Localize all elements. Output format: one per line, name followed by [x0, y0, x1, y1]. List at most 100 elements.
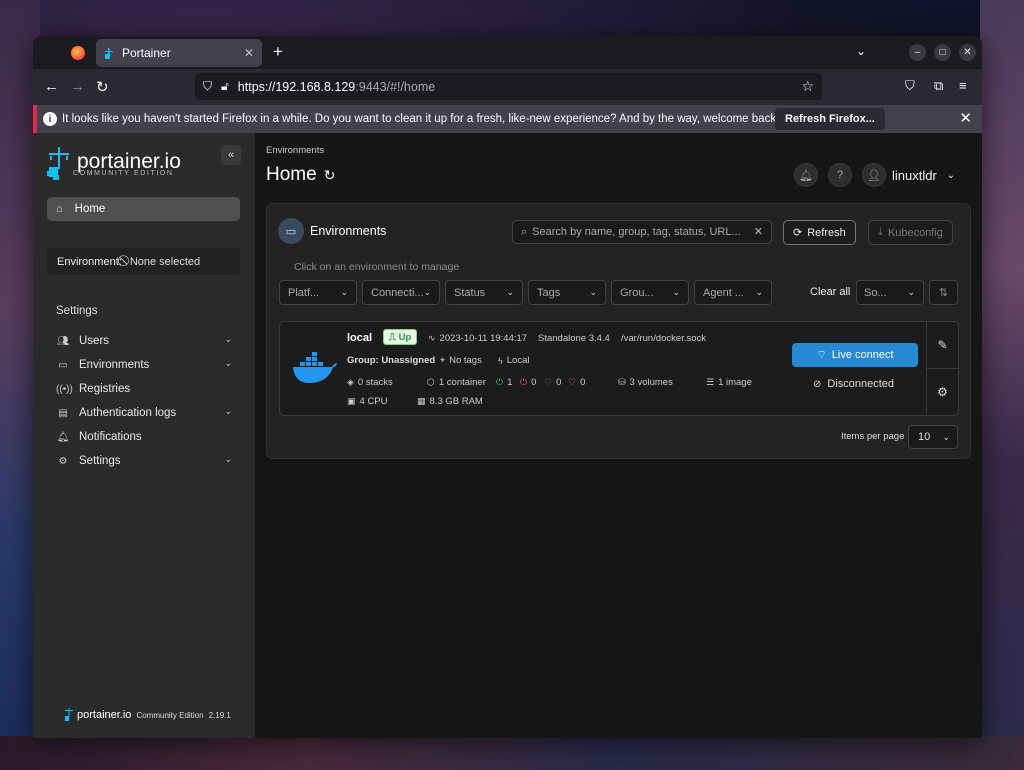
tab-list-chevron-icon[interactable]: ⌄ — [856, 44, 866, 58]
filter-label: Grou... — [620, 286, 654, 299]
sort-select[interactable]: So... ⌄ — [856, 280, 924, 305]
firefox-view-icon[interactable] — [71, 45, 85, 60]
wallpaper-bottom — [0, 736, 1024, 770]
zap-icon: ϟ — [498, 355, 503, 366]
lock-warning-icon[interactable]: 🔓︎ — [221, 79, 229, 94]
bookmark-star-icon[interactable]: ☆ — [801, 78, 814, 95]
environment-selector[interactable]: Environment: ⃠ None selected — [47, 248, 240, 275]
clear-all-button[interactable]: Clear all — [810, 286, 850, 298]
environment-settings-button[interactable]: ⚙ — [927, 368, 958, 414]
portainer-logo-icon — [65, 708, 73, 721]
filter-label: Tags — [537, 286, 561, 299]
sidebar-item-authentication-logs[interactable]: ▤ Authentication logs ⌄ — [56, 401, 240, 425]
chevron-down-icon[interactable]: ⌄ — [224, 334, 232, 345]
items-per-page-label: Items per page — [841, 431, 905, 442]
new-tab-icon[interactable]: + — [273, 42, 283, 62]
sidebar-footer: portainer.io Community Edition 2.19.1 — [64, 708, 231, 722]
running-count: ⏻ 1 — [496, 377, 512, 388]
chevron-down-icon[interactable]: ⌄ — [224, 406, 232, 417]
close-window-icon[interactable]: ✕ — [959, 44, 976, 61]
url-path: :9443/#!/home — [355, 79, 436, 94]
agent-version-filter[interactable]: Agent ... ⌄ — [694, 280, 772, 305]
group-label: Group: — [347, 355, 379, 366]
ram-info: ▦ 8.3 GB RAM — [417, 396, 483, 407]
sidebar-item-registries[interactable]: ((•)) Registries — [56, 377, 240, 401]
sidebar-item-label: Home — [74, 203, 106, 215]
chevron-down-icon[interactable]: ⌄ — [947, 170, 955, 181]
kubeconfig-button[interactable]: ⤓ Kubeconfig — [868, 220, 953, 245]
refresh-icon: ⟳ — [793, 227, 803, 239]
maximize-icon[interactable]: □ — [934, 44, 951, 61]
search-box: ⌕ ✕ — [512, 220, 772, 244]
back-icon[interactable]: ← — [44, 78, 59, 95]
environment-card[interactable]: local ⎍ Up ∿ 2023-10-11 19:44:17 Standalo… — [279, 321, 959, 416]
items-per-page-select[interactable]: 10 ⌄ — [908, 425, 958, 449]
url-text[interactable]: https://192.168.8.129:9443/#!/home — [238, 80, 435, 94]
sidebar-item-notifications[interactable]: 🔔︎ Notifications — [56, 425, 240, 449]
chevron-down-icon[interactable]: ⌄ — [224, 454, 232, 465]
groups-filter[interactable]: Grou... ⌄ — [611, 280, 689, 305]
breadcrumb[interactable]: Environments — [266, 145, 324, 156]
stacks-text: 0 stacks — [357, 377, 393, 388]
sidebar-item-home[interactable]: ⌂ Home — [47, 197, 240, 221]
environments-panel: ▭ Environments ⌕ ✕ ⟳ Refresh ⤓ Kubeconfi… — [266, 203, 971, 459]
sidebar-item-settings[interactable]: ⚙ Settings ⌄ — [56, 449, 240, 473]
group-value: Unassigned — [381, 355, 436, 366]
url-bar[interactable]: ⛉ 🔓︎ https://192.168.8.129:9443/#!/home … — [195, 73, 822, 100]
power-icon: ⏻ — [496, 377, 504, 387]
wifi-off-icon: ⊘ — [813, 378, 822, 390]
pocket-icon[interactable]: ⛉ — [905, 78, 915, 94]
live-connect-button[interactable]: ⌔ Live connect — [792, 343, 918, 367]
info-icon: i — [43, 112, 57, 126]
refresh-icon[interactable]: ↻ — [324, 167, 336, 184]
gear-icon: ⚙ — [58, 455, 68, 467]
sidebar-item-users[interactable]: 👥︎ Users ⌄ — [56, 329, 240, 353]
card-actions: ✎ ⚙ — [926, 322, 958, 415]
page-title: Home ↻ — [266, 164, 335, 186]
forward-icon[interactable]: → — [70, 78, 85, 95]
tag-icon: ⌖ — [440, 355, 446, 365]
brand-subtitle: COMMUNITY EDITION — [73, 169, 174, 177]
panel-title: Environments — [310, 224, 387, 238]
shield-icon[interactable]: ⛉ — [203, 79, 212, 94]
sidebar-item-environments[interactable]: ▭ Environments ⌄ — [56, 353, 240, 377]
portainer-favicon-icon — [104, 47, 115, 59]
collapse-sidebar-icon[interactable]: « — [221, 145, 241, 165]
images-text: 1 image — [718, 377, 752, 388]
platform-filter[interactable]: Platf... ⌄ — [279, 280, 357, 305]
connection-filter[interactable]: Connecti... ⌄ — [362, 280, 440, 305]
extensions-icon[interactable]: ⧉ — [934, 78, 943, 94]
brand-logo[interactable]: portainer.io COMMUNITY EDITION — [47, 147, 181, 181]
reload-icon[interactable]: ↻ — [96, 78, 109, 96]
environment-tags: ⌖ No tags — [440, 355, 482, 366]
browser-tab[interactable]: Portainer ✕ — [96, 39, 262, 67]
nav-bar: ← → ↻ ⛉ 🔓︎ https://192.168.8.129:9443/#!… — [33, 69, 982, 105]
status-filter[interactable]: Status ⌄ — [445, 280, 523, 305]
notification-close-icon[interactable]: ✕ — [959, 109, 972, 127]
chevron-down-icon: ⌄ — [755, 287, 763, 297]
power-off-icon: ⏻ — [520, 377, 528, 387]
search-input[interactable] — [532, 226, 743, 238]
menu-icon[interactable]: ≡ — [959, 78, 967, 93]
chevron-down-icon[interactable]: ⌄ — [224, 358, 232, 369]
filter-label: Status — [454, 286, 486, 299]
clear-search-icon[interactable]: ✕ — [754, 225, 763, 238]
minimize-icon[interactable]: – — [909, 44, 926, 61]
notifications-bell-icon[interactable]: 🔔︎ — [794, 163, 818, 187]
sort-direction-button[interactable]: ⇅ — [929, 280, 958, 305]
refresh-firefox-button[interactable]: Refresh Firefox... — [775, 108, 885, 130]
refresh-button[interactable]: ⟳ Refresh — [783, 220, 856, 245]
environment-location: ϟ Local — [498, 355, 529, 366]
activity-icon: ∿ — [428, 333, 436, 343]
help-icon[interactable]: ? — [828, 163, 852, 187]
tab-close-icon[interactable]: ✕ — [244, 46, 254, 60]
user-menu[interactable]: 👤︎ linuxtldr ⌄ — [862, 163, 955, 187]
portainer-logo-icon — [47, 147, 69, 180]
tab-bar: Portainer ✕ + ⌄ – □ ✕ — [33, 36, 982, 69]
connection-status: ⊘ Disconnected — [813, 378, 894, 390]
home-icon: ⌂ — [56, 203, 63, 215]
layers-icon: ◈ — [347, 377, 354, 387]
chevron-down-icon: ⌄ — [907, 287, 915, 297]
tags-filter[interactable]: Tags ⌄ — [528, 280, 606, 305]
edit-environment-button[interactable]: ✎ — [927, 322, 958, 368]
